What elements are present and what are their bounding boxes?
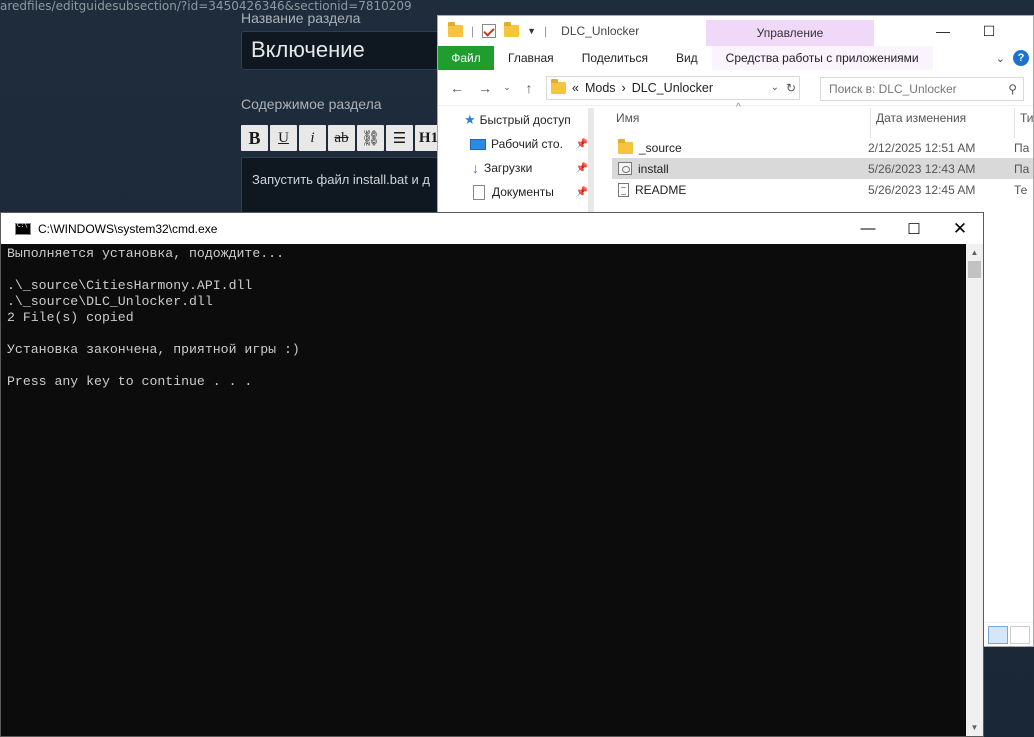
file-row-install[interactable]: install 5/26/2023 12:43 AM Па [612,158,1033,179]
minimize-icon[interactable]: — [920,16,966,46]
pin-icon: 📌 [575,162,588,174]
new-folder-icon[interactable] [504,22,520,37]
strikethrough-button[interactable]: ab [328,125,355,151]
batch-file-icon [618,162,632,175]
link-button[interactable]: ⛓ [357,125,384,151]
up-icon[interactable]: ↑ [518,80,540,96]
tab-app-tools[interactable]: Средства работы с приложениями [711,46,933,70]
back-icon[interactable]: ← [446,80,468,96]
download-icon: ↓ [472,160,479,176]
cmd-window: C:\WINDOWS\system32\cmd.exe — ☐ ✕ Выполн… [0,212,984,737]
help-icon[interactable]: ? [1013,50,1029,66]
tab-view[interactable]: Вид [662,51,712,65]
address-overflow[interactable]: « [572,81,579,95]
details-view-icon[interactable] [988,626,1008,644]
tab-file[interactable]: Файл [438,46,494,70]
file-row-source[interactable]: _source 2/12/2025 12:51 AM Па [612,137,1033,158]
address-part-dlc-unlocker[interactable]: DLC_Unlocker [632,81,713,95]
minimize-icon[interactable]: — [845,213,891,244]
scroll-up-icon[interactable]: ▲ [966,244,983,261]
tab-home[interactable]: Главная [494,51,568,65]
sort-ascending-icon: ^ [736,102,741,113]
document-icon [473,184,485,200]
section-title-input[interactable]: Включение [241,31,441,70]
console-output[interactable]: Выполняется установка, подождите... .\_s… [1,244,967,736]
properties-icon[interactable] [482,24,497,38]
console-scrollbar[interactable]: ▲ ▼ [966,244,983,736]
file-row-readme[interactable]: README 5/26/2023 12:45 AM Те [612,179,1033,200]
column-header-date[interactable]: Дата изменения [876,111,966,125]
italic-button[interactable]: i [299,125,326,151]
list-button[interactable]: ☰ [386,125,413,151]
folder-icon [551,78,566,94]
column-header-name[interactable]: Имя [616,111,639,125]
nav-item-desktop[interactable]: Рабочий сто. 📌 [438,132,594,156]
content-text: Запустить файл install.bat и д [252,172,430,187]
refresh-icon[interactable]: ↻ [786,81,796,95]
section-content-label: Содержимое раздела [241,96,382,112]
folder-icon [448,22,463,37]
address-separator[interactable]: › [622,81,626,95]
format-toolbar: B U i ab ⛓ ☰ H1 [241,125,442,151]
recent-locations-icon[interactable]: ⌄ [502,82,512,93]
scroll-thumb[interactable] [968,261,981,278]
large-icons-view-icon[interactable] [1010,626,1030,644]
desktop-icon [470,138,486,150]
maximize-icon[interactable]: ☐ [891,213,937,244]
explorer-titlebar[interactable]: | ▼ | DLC_Unlocker Управление — ☐ [438,16,1033,46]
explorer-window-title: DLC_Unlocker [561,24,640,38]
tab-share[interactable]: Поделиться [568,51,662,65]
pin-icon: 📌 [575,138,588,150]
nav-item-quick-access[interactable]: ★ Быстрый доступ [438,108,594,132]
tab-manage[interactable]: Управление [706,20,874,46]
maximize-icon[interactable]: ☐ [966,16,1012,46]
console-icon [15,222,31,235]
cmd-titlebar[interactable]: C:\WINDOWS\system32\cmd.exe — ☐ ✕ [1,213,983,244]
folder-icon [618,138,633,154]
pin-icon: 📌 [575,186,588,198]
close-icon[interactable]: ✕ [937,213,983,244]
bold-button[interactable]: B [241,125,268,151]
nav-item-downloads[interactable]: ↓ Загрузки 📌 [438,156,594,180]
address-part-mods[interactable]: Mods [585,81,616,95]
forward-icon[interactable]: → [474,80,496,96]
nav-item-documents[interactable]: Документы 📌 [438,180,594,204]
underline-button[interactable]: U [270,125,297,151]
search-input[interactable]: Поиск в: DLC_Unlocker ⚲ [820,77,1024,101]
section-title-label: Название раздела [241,10,361,26]
address-dropdown-icon[interactable]: ⌄ [771,82,779,93]
navigation-pane: ★ Быстрый доступ Рабочий сто. 📌 ↓ Загруз… [438,108,594,228]
star-icon: ★ [464,112,476,127]
address-bar[interactable]: « Mods › DLC_Unlocker ⌄ ↻ [546,75,800,100]
cmd-window-title: C:\WINDOWS\system32\cmd.exe [38,221,218,236]
text-file-icon [618,182,629,197]
nav-pane-scrollbar[interactable] [588,108,594,228]
search-icon: ⚲ [1008,82,1017,96]
scroll-down-icon[interactable]: ▼ [966,719,983,736]
column-header-type[interactable]: Тип [1020,111,1033,125]
quick-access-dropdown-icon[interactable]: ▼ [527,26,536,36]
ribbon-expand-icon[interactable]: ⌄ [996,52,1005,65]
ribbon-tabs: Файл Главная Поделиться Вид Средства раб… [438,46,1033,70]
